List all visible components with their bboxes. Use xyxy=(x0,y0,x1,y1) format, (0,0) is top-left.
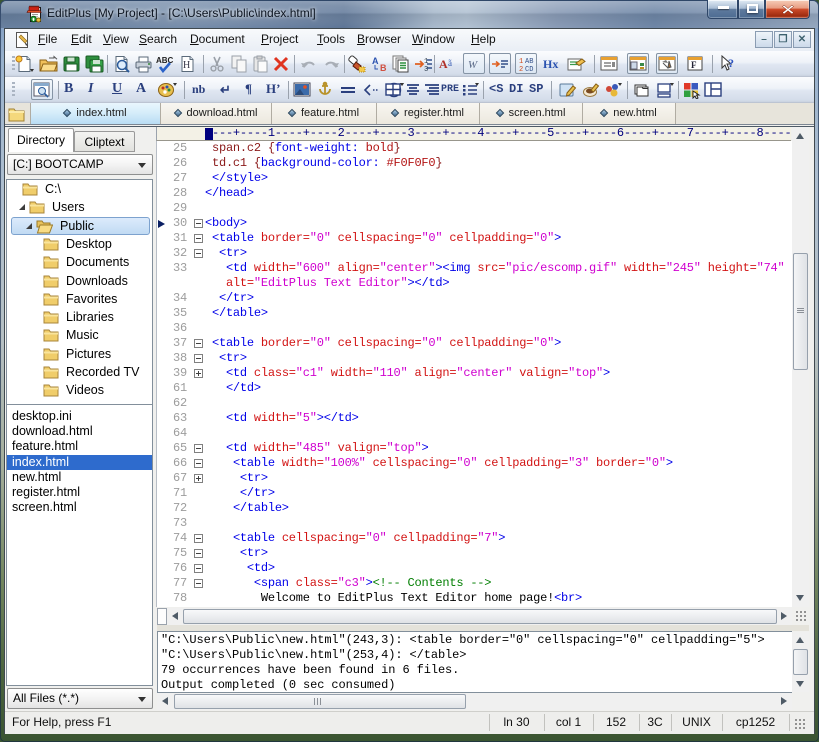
svg-text:A: A xyxy=(372,56,379,66)
svg-text:3: 3 xyxy=(424,66,428,73)
svg-text:Hx: Hx xyxy=(543,57,558,71)
svg-text:1: 1 xyxy=(424,58,428,66)
svg-text:?: ? xyxy=(728,56,734,70)
svg-text:CD: CD xyxy=(525,66,533,73)
svg-text:F: F xyxy=(691,60,697,70)
svg-text:A: A xyxy=(439,57,448,71)
svg-text:1: 1 xyxy=(519,58,523,66)
svg-text:ã: ã xyxy=(448,58,452,68)
svg-text:2: 2 xyxy=(519,66,523,73)
svg-text:H: H xyxy=(183,60,190,71)
svg-text:ABC: ABC xyxy=(156,56,174,65)
svg-text:AB: AB xyxy=(525,58,533,66)
svg-text:W: W xyxy=(468,59,478,71)
svg-text:B: B xyxy=(380,63,387,73)
